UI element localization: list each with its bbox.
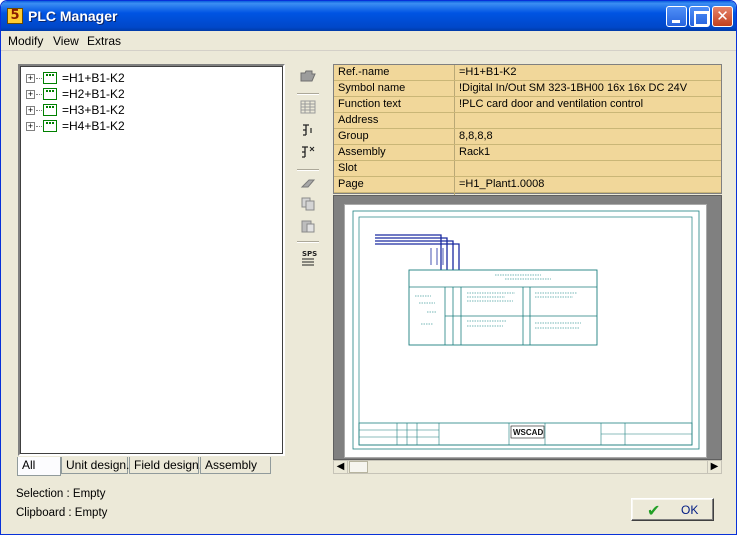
property-row[interactable]: Page =H1_Plant1.0008 [334, 177, 721, 193]
plc-card-icon [43, 120, 57, 132]
property-row[interactable]: Assembly Rack1 [334, 145, 721, 161]
plc-card-icon [43, 88, 57, 100]
property-row[interactable]: Slot [334, 161, 721, 177]
property-row[interactable]: Address [334, 113, 721, 129]
property-key: Address [338, 114, 379, 126]
scroll-right-icon[interactable]: ▶ [707, 461, 721, 473]
scroll-thumb[interactable] [349, 461, 368, 473]
tree-item-label: =H1+B1-K2 [62, 71, 125, 85]
app-icon: 5 [7, 8, 23, 24]
tree-connector [36, 78, 42, 79]
property-value: =H1_Plant1.0008 [459, 178, 545, 190]
window-title: PLC Manager [28, 8, 118, 24]
copy-icon[interactable] [297, 196, 319, 216]
folder-open-icon[interactable] [297, 68, 319, 88]
property-value: !PLC card door and ventilation control [459, 98, 644, 110]
clipboard-status: Clipboard : Empty [16, 507, 108, 519]
expand-icon[interactable]: + [26, 74, 35, 83]
schematic-drawing: WSCAD [352, 210, 700, 450]
property-value: 8,8,8,8 [459, 130, 493, 142]
property-key: Slot [338, 162, 357, 174]
tree-item-label: =H4+B1-K2 [62, 119, 125, 133]
properties-table: Ref.-name =H1+B1-K2 Symbol name !Digital… [333, 64, 722, 195]
expand-icon[interactable]: + [26, 122, 35, 131]
tab-unit-design[interactable]: Unit design. [61, 457, 129, 474]
selection-status: Selection : Empty [16, 488, 106, 500]
tree-x-icon[interactable] [297, 144, 319, 164]
checkmark-icon: ✔ [647, 501, 661, 520]
sps-icon[interactable]: SPS [297, 248, 319, 268]
property-key: Page [338, 178, 364, 190]
toolbar-separator [297, 169, 319, 171]
plc-card-icon [43, 72, 57, 84]
menu-view[interactable]: View [53, 34, 79, 48]
property-row[interactable]: Group 8,8,8,8 [334, 129, 721, 145]
title-bar[interactable]: 5 PLC Manager ✕ [1, 1, 736, 31]
property-key: Ref.-name [338, 66, 390, 78]
logo-text: WSCAD [513, 428, 543, 437]
menu-extras[interactable]: Extras [87, 34, 121, 48]
plc-manager-window: 5 PLC Manager ✕ Modify View Extras + =H1… [0, 0, 737, 535]
table-icon[interactable] [297, 100, 319, 120]
page-preview[interactable]: WSCAD [333, 195, 722, 460]
tree-connector [36, 94, 42, 95]
toolbar-separator [297, 93, 319, 95]
property-key: Symbol name [338, 82, 406, 94]
plc-tree[interactable]: + =H1+B1-K2 + =H2+B1-K2 + =H3+B1-K2 + =H… [18, 64, 285, 456]
ok-label: OK [681, 503, 699, 517]
property-key: Assembly [338, 146, 386, 158]
vertical-toolbar: SPS [295, 68, 321, 268]
paste-icon[interactable] [297, 218, 319, 238]
tab-assembly[interactable]: Assembly [200, 457, 271, 474]
property-key: Function text [338, 98, 401, 110]
property-row[interactable]: Symbol name !Digital In/Out SM 323-1BH00… [334, 81, 721, 97]
eraser-icon[interactable] [297, 176, 319, 196]
plc-card-icon [43, 104, 57, 116]
tree-one-icon[interactable] [297, 122, 319, 142]
tree-connector [36, 126, 42, 127]
toolbar-separator [297, 241, 319, 243]
property-value: Rack1 [459, 146, 491, 158]
tree-item-label: =H3+B1-K2 [62, 103, 125, 117]
tab-all[interactable]: All [17, 457, 61, 476]
property-key: Group [338, 130, 369, 142]
ok-button[interactable]: ✔ OK [631, 498, 714, 521]
scroll-left-icon[interactable]: ◀ [334, 461, 348, 473]
maximize-button[interactable] [689, 6, 710, 27]
property-value: !Digital In/Out SM 323-1BH00 16x 16x DC … [459, 82, 688, 94]
tab-field-design[interactable]: Field design. [129, 457, 202, 474]
horizontal-scrollbar[interactable]: ◀ ▶ [333, 460, 722, 474]
property-row[interactable]: Function text !PLC card door and ventila… [334, 97, 721, 113]
minimize-button[interactable] [666, 6, 687, 27]
close-icon: ✕ [716, 7, 729, 25]
property-row[interactable]: Ref.-name =H1+B1-K2 [334, 65, 721, 81]
expand-icon[interactable]: + [26, 90, 35, 99]
menu-bar: Modify View Extras [1, 31, 736, 51]
sps-icon-label: SPS [302, 250, 318, 258]
expand-icon[interactable]: + [26, 106, 35, 115]
property-value: =H1+B1-K2 [459, 66, 517, 78]
close-button[interactable]: ✕ [712, 6, 733, 27]
tree-item-label: =H2+B1-K2 [62, 87, 125, 101]
tree-connector [36, 110, 42, 111]
schematic-sheet: WSCAD [344, 204, 707, 458]
menu-modify[interactable]: Modify [8, 34, 43, 48]
